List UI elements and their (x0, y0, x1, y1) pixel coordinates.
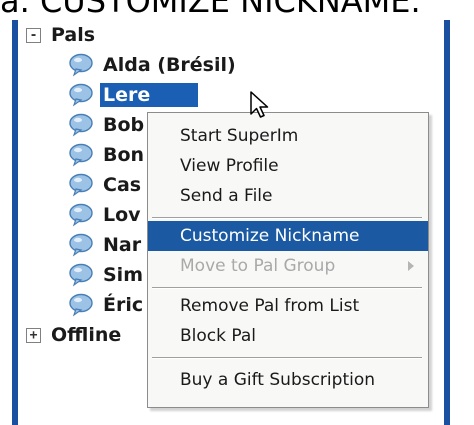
group-label-offline: Offline (51, 324, 122, 346)
pal-item[interactable]: Lov (68, 200, 144, 230)
pal-item[interactable]: Bob (68, 110, 147, 140)
pal-label: Bon (103, 144, 145, 166)
chat-bubble-icon (69, 233, 93, 257)
pal-label: Cas (103, 174, 142, 196)
menu-item-move-label: Move to Pal Group (180, 256, 336, 276)
group-label-pals: Pals (51, 24, 96, 46)
step-caption: a. CUSTOMIZE NICKNAME. (0, 0, 421, 20)
pal-item[interactable]: Éric (68, 290, 146, 320)
screenshot-stage: a. CUSTOMIZE NICKNAME. - Pals Alda (Brés… (0, 0, 474, 425)
collapse-icon[interactable]: - (26, 27, 41, 43)
menu-item-view-profile[interactable]: View Profile (148, 151, 428, 181)
pal-item[interactable]: Cas (68, 170, 144, 200)
menu-item-send-file[interactable]: Send a File (148, 181, 428, 211)
chat-bubble-icon (69, 143, 93, 167)
submenu-arrow-icon (408, 261, 414, 271)
pal-label: Éric (103, 294, 144, 316)
pal-item-selected[interactable]: Lere (68, 80, 198, 110)
pal-item[interactable]: Sim (68, 260, 146, 290)
mouse-pointer-icon (250, 91, 269, 118)
pal-label: Sim (103, 264, 143, 286)
pal-label: Bob (103, 114, 145, 136)
chat-bubble-icon (69, 83, 93, 107)
pal-item[interactable]: Bon (68, 140, 147, 170)
pal-label: Lere (100, 83, 198, 107)
pal-item[interactable]: Nar (68, 230, 144, 260)
menu-item-customize-nickname[interactable]: Customize Nickname (148, 221, 428, 251)
chat-bubble-icon (69, 173, 93, 197)
chat-bubble-icon (69, 53, 93, 77)
group-pals[interactable]: - Pals (26, 20, 95, 50)
pal-item[interactable]: Alda (Brésil) (68, 50, 239, 80)
chat-bubble-icon (69, 293, 93, 317)
pal-label: Lov (103, 204, 141, 226)
menu-item-move-to-pal-group: Move to Pal Group (148, 251, 428, 281)
menu-separator (152, 357, 422, 359)
expand-icon[interactable]: + (26, 327, 41, 343)
pal-label: Nar (103, 234, 142, 256)
chat-bubble-icon (69, 203, 93, 227)
menu-separator (152, 217, 422, 219)
menu-separator (152, 287, 422, 289)
context-menu: Start SuperIm View Profile Send a File C… (147, 112, 429, 408)
chat-bubble-icon (69, 263, 93, 287)
chat-bubble-icon (69, 113, 93, 137)
menu-item-start-superim[interactable]: Start SuperIm (148, 121, 428, 151)
menu-item-remove-pal[interactable]: Remove Pal from List (148, 291, 428, 321)
group-offline[interactable]: + Offline (26, 320, 121, 350)
menu-item-block-pal[interactable]: Block Pal (148, 321, 428, 351)
pal-label: Alda (Brésil) (103, 54, 236, 76)
menu-item-buy-gift-subscription[interactable]: Buy a Gift Subscription (148, 365, 428, 395)
